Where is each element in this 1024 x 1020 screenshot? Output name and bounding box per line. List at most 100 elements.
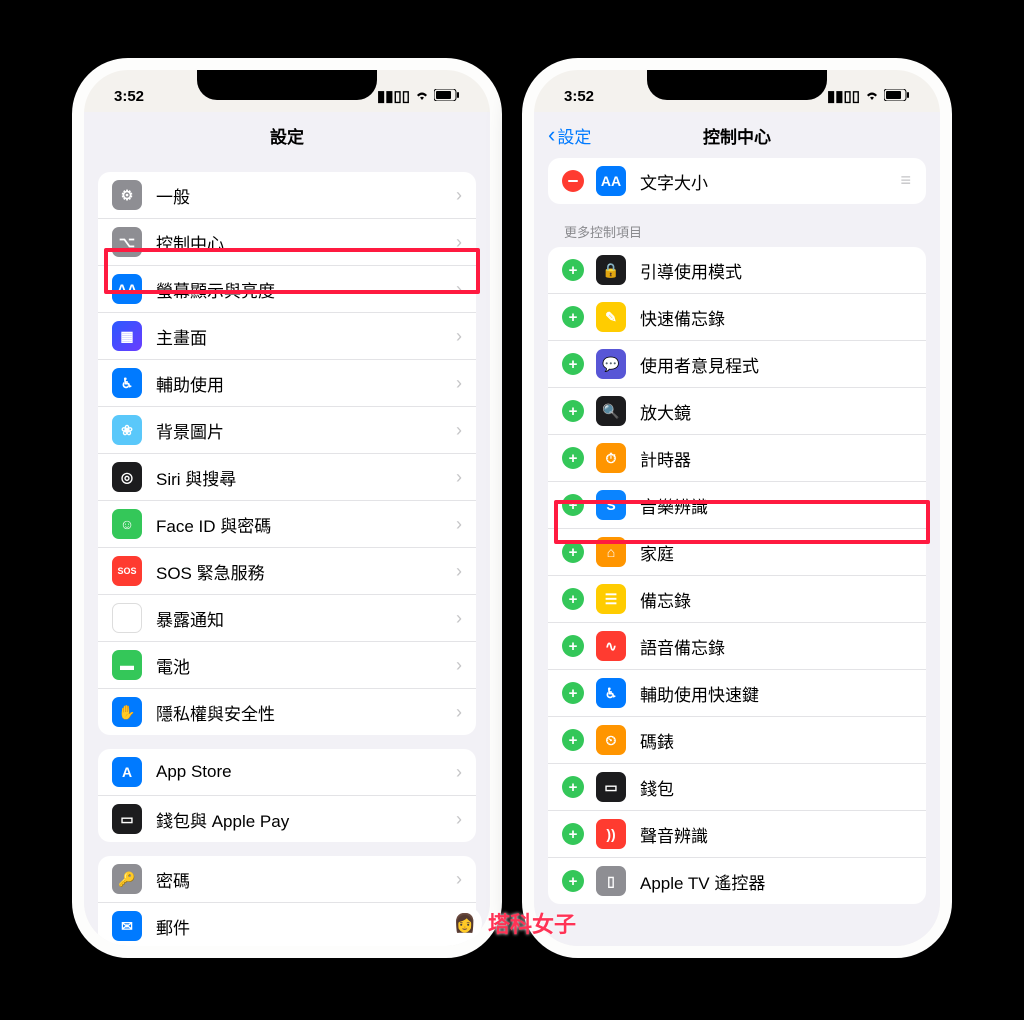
more-control-row[interactable]: +S音樂辨識 [548,482,926,529]
more-control-row[interactable]: +▯Apple TV 遙控器 [548,858,926,904]
add-button[interactable]: + [562,259,584,281]
settings-row[interactable]: ▭錢包與 Apple Pay› [98,796,476,842]
row-label: 輔助使用 [156,371,456,396]
settings-row[interactable]: ✺暴露通知› [98,595,476,642]
row-label: 聲音辨識 [640,822,912,847]
settings-group-3: 🔑密碼›✉︎郵件› [98,856,476,946]
settings-row[interactable]: ⌥控制中心› [98,219,476,266]
chevron-right-icon: › [456,185,462,206]
more-control-row[interactable]: + ✎ 快速備忘錄 [548,294,926,341]
more-control-row[interactable]: +⏱計時器 [548,435,926,482]
chevron-right-icon: › [456,373,462,394]
row-label: 一般 [156,183,456,208]
chevron-left-icon: ‹ [548,124,555,146]
more-control-row[interactable]: +☰備忘錄 [548,576,926,623]
battery-icon [884,88,910,105]
row-icon: ✎ [596,302,626,332]
add-button[interactable]: + [562,306,584,328]
chevron-right-icon: › [456,702,462,723]
row-label: 文字大小 [640,169,900,194]
row-label: 音樂辨識 [640,493,912,518]
more-control-row[interactable]: +))聲音辨識 [548,811,926,858]
row-icon: SOS [112,556,142,586]
settings-row[interactable]: SOSSOS 緊急服務› [98,548,476,595]
settings-row[interactable]: ✋隱私權與安全性› [98,689,476,735]
settings-row[interactable]: ▬電池› [98,642,476,689]
row-label: 快速備忘錄 [640,305,912,330]
row-icon: ♿︎ [596,678,626,708]
settings-row[interactable]: ♿︎輔助使用› [98,360,476,407]
settings-row[interactable]: ✉︎郵件› [98,903,476,946]
more-control-row[interactable]: +⏲碼錶 [548,717,926,764]
more-control-row[interactable]: +▭錢包 [548,764,926,811]
settings-row[interactable]: ❀背景圖片› [98,407,476,454]
chevron-right-icon: › [456,608,462,629]
row-icon: ▭ [596,772,626,802]
text-size-icon: AA [596,166,626,196]
add-button[interactable]: + [562,870,584,892]
more-control-row[interactable]: +🔍放大鏡 [548,388,926,435]
row-icon: 💬 [596,349,626,379]
settings-row[interactable]: AApp Store› [98,749,476,796]
row-label: 螢幕顯示與亮度 [156,277,456,302]
row-label: 輔助使用快速鍵 [640,681,912,706]
add-button[interactable]: + [562,682,584,704]
row-icon: A [112,757,142,787]
page-title: 設定 [270,123,304,148]
settings-row[interactable]: 🔑密碼› [98,856,476,903]
chevron-right-icon: › [456,655,462,676]
included-controls-group: AA 文字大小 ≡ [548,158,926,204]
settings-row[interactable]: ☺︎Face ID 與密碼› [98,501,476,548]
row-icon: 🔑 [112,864,142,894]
notch [647,70,827,100]
row-icon: 🔒 [596,255,626,285]
add-button[interactable]: + [562,353,584,375]
row-icon: ✉︎ [112,911,142,941]
row-label: 語音備忘錄 [640,634,912,659]
wifi-icon [864,88,880,105]
settings-row[interactable]: ◎Siri 與搜尋› [98,454,476,501]
back-button[interactable]: ‹ 設定 [548,123,591,148]
add-button[interactable]: + [562,729,584,751]
chevron-right-icon: › [456,762,462,783]
chevron-right-icon: › [456,809,462,830]
add-button[interactable]: + [562,823,584,845]
add-button[interactable]: + [562,541,584,563]
add-button[interactable]: + [562,588,584,610]
add-button[interactable]: + [562,447,584,469]
chevron-right-icon: › [456,467,462,488]
row-icon: ⚙︎ [112,180,142,210]
row-label: 使用者意見程式 [640,352,912,377]
settings-row[interactable]: ▦主畫面› [98,313,476,360]
chevron-right-icon: › [456,561,462,582]
chevron-right-icon: › [456,514,462,535]
row-icon: ▦ [112,321,142,351]
page-title: 控制中心 [703,123,771,148]
status-indicators: ▮▮▯▯ [827,87,910,105]
row-icon: ▯ [596,866,626,896]
watermark-avatar-icon: 👩 [448,906,482,940]
add-button[interactable]: + [562,776,584,798]
row-label: 備忘錄 [640,587,912,612]
battery-icon [434,88,460,105]
add-button[interactable]: + [562,400,584,422]
more-control-row[interactable]: +⌂家庭 [548,529,926,576]
row-icon: ◎ [112,462,142,492]
row-label: 放大鏡 [640,399,912,424]
nav-bar: 設定 [84,112,490,158]
more-control-row[interactable]: +∿語音備忘錄 [548,623,926,670]
add-button[interactable]: + [562,494,584,516]
more-control-row[interactable]: + ♿︎ 輔助使用快速鍵 [548,670,926,717]
settings-row[interactable]: ⚙︎ 一般› [98,172,476,219]
add-button[interactable]: + [562,635,584,657]
included-item-text-size[interactable]: AA 文字大小 ≡ [548,158,926,204]
more-control-row[interactable]: +🔒引導使用模式 [548,247,926,294]
remove-button[interactable] [562,170,584,192]
watermark-text: 塔科女子 [488,907,576,939]
reorder-handle-icon[interactable]: ≡ [900,177,912,184]
more-control-row[interactable]: + 💬 使用者意見程式 [548,341,926,388]
settings-group-1: ⚙︎一般›⌥控制中心›AA螢幕顯示與亮度›▦主畫面›♿︎輔助使用›❀背景圖片›◎… [98,172,476,735]
row-icon: ❀ [112,415,142,445]
settings-row[interactable]: AA螢幕顯示與亮度› [98,266,476,313]
row-label: 碼錶 [640,728,912,753]
